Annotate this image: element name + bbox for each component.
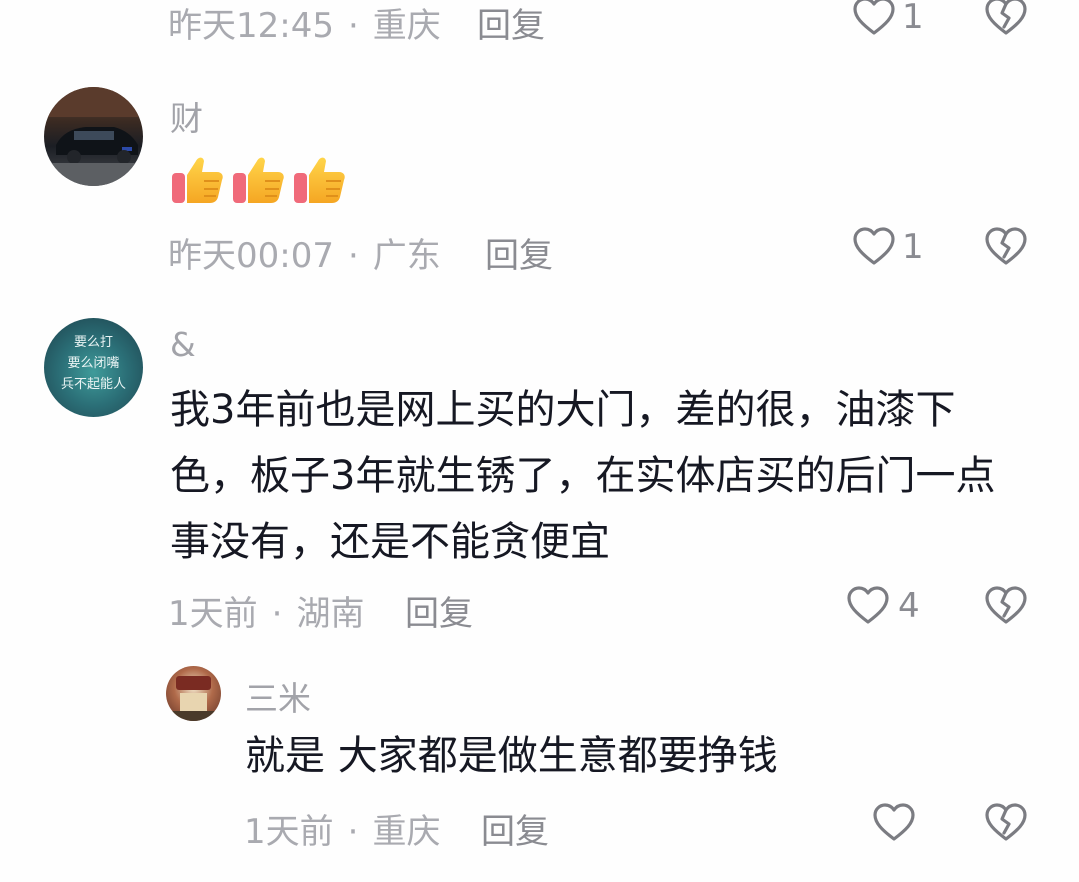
separator: · bbox=[271, 594, 283, 634]
like-heart-icon[interactable] bbox=[852, 0, 896, 36]
reply-button[interactable]: 回复 bbox=[405, 586, 473, 635]
dislike-broken-heart-icon[interactable] bbox=[984, 585, 1028, 625]
avatar-image bbox=[166, 676, 221, 721]
car-avatar-image bbox=[44, 87, 143, 186]
comment-text: 我3年前也是网上买的大门，差的很，油漆下 色，板子3年就生锈了，在实体店买的后门… bbox=[170, 377, 1050, 575]
reply-time: 1天前 bbox=[244, 812, 334, 852]
reply-button[interactable]: 回复 bbox=[485, 228, 553, 277]
comment-line: 色，板子3年就生锈了，在实体店买的后门一点 bbox=[170, 453, 996, 499]
avatar[interactable] bbox=[44, 87, 143, 186]
like-count: 1 bbox=[902, 0, 924, 37]
reply-button[interactable]: 回复 bbox=[477, 0, 545, 47]
reply-meta: 1天前 · 重庆 bbox=[244, 804, 440, 853]
comment-line: 我3年前也是网上买的大门，差的很，油漆下 bbox=[170, 387, 956, 433]
reply-text: 就是 大家都是做生意都要挣钱 bbox=[245, 733, 778, 779]
comment-meta: 昨天12:45 · 重庆 bbox=[168, 0, 441, 47]
username[interactable]: 财 bbox=[170, 92, 203, 140]
like-heart-icon[interactable] bbox=[872, 802, 916, 842]
username[interactable]: 三米 bbox=[245, 672, 311, 720]
comment-location: 重庆 bbox=[372, 6, 441, 46]
comment-meta: 昨天00:07 · 广东 bbox=[168, 228, 441, 277]
comment-line: 事没有，还是不能贪便宜 bbox=[170, 519, 610, 565]
reply-location: 重庆 bbox=[372, 812, 441, 852]
emoji-content bbox=[170, 151, 370, 207]
comment-location: 广东 bbox=[372, 236, 441, 276]
dislike-broken-heart-icon[interactable] bbox=[984, 0, 1028, 36]
dislike-broken-heart-icon[interactable] bbox=[984, 802, 1028, 842]
thumbs-up-icon bbox=[292, 151, 347, 206]
dislike-broken-heart-icon[interactable] bbox=[984, 226, 1028, 266]
thumbs-up-icon bbox=[170, 151, 225, 206]
avatar[interactable]: 要么打 要么闭嘴 兵不起能人 bbox=[44, 318, 143, 417]
comment-meta: 1天前 · 湖南 bbox=[168, 586, 364, 635]
comment-time: 昨天00:07 bbox=[168, 236, 334, 276]
like-heart-icon[interactable] bbox=[852, 226, 896, 266]
username[interactable]: & bbox=[170, 325, 196, 364]
comment-location: 湖南 bbox=[296, 594, 365, 634]
separator: · bbox=[347, 812, 359, 852]
avatar-text: 要么打 要么闭嘴 兵不起能人 bbox=[60, 335, 126, 392]
like-heart-icon[interactable] bbox=[846, 585, 890, 625]
avatar[interactable] bbox=[166, 666, 221, 721]
reply-button[interactable]: 回复 bbox=[481, 804, 549, 853]
comment-time: 昨天12:45 bbox=[168, 6, 334, 46]
thumbs-up-icon bbox=[231, 151, 286, 206]
like-count: 1 bbox=[902, 227, 924, 267]
like-count: 4 bbox=[898, 586, 920, 626]
comment-time: 1天前 bbox=[168, 594, 258, 634]
separator: · bbox=[347, 6, 359, 46]
separator: · bbox=[347, 236, 359, 276]
